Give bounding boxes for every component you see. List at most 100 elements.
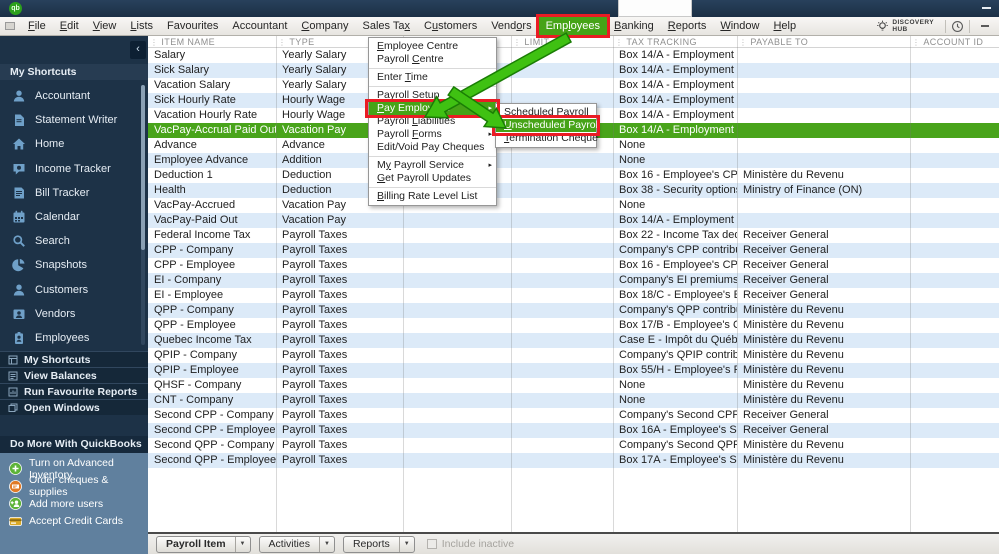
sidebar-nav-run-favourite-reports[interactable]: Run Favourite Reports (0, 383, 148, 399)
menubar-item-favourites[interactable]: Favourites (160, 17, 225, 36)
sidebar-item-income-tracker[interactable]: Income Tracker (0, 157, 148, 181)
cell-limit (511, 48, 613, 63)
menu-item-payroll-centre[interactable]: Payroll Centre (369, 53, 496, 66)
table-row-ei-company[interactable]: EI - CompanyPayroll TaxesCompany's EI pr… (148, 273, 999, 288)
table-row-second-cpp-company[interactable]: Second CPP - CompanyPayroll TaxesCompany… (148, 408, 999, 423)
scrollbar-thumb[interactable] (141, 85, 145, 250)
table-row-ei-employee[interactable]: EI - EmployeePayroll TaxesBox 18/C - Emp… (148, 288, 999, 303)
sidebar-nav-view-balances[interactable]: View Balances (0, 367, 148, 383)
sidebar-item-snapshots[interactable]: Snapshots (0, 253, 148, 277)
menu-item-pay-employees[interactable]: Pay Employees▸ (369, 102, 496, 115)
do-more-item-order-cheques-supplies[interactable]: Order cheques & supplies (0, 478, 148, 496)
cell-amount (403, 318, 511, 333)
submenu-item-termination-cheque[interactable]: Termination Cheque (496, 132, 596, 145)
sidebar-item-search[interactable]: Search (0, 229, 148, 253)
table-row-qhsf-company[interactable]: QHSF - CompanyPayroll TaxesNoneMinistère… (148, 378, 999, 393)
cell-limit (511, 198, 613, 213)
discovery-hub-button[interactable]: DISCOVERYHUB (870, 19, 940, 33)
submenu-item-scheduled-payroll[interactable]: Scheduled Payroll (496, 106, 596, 119)
menubar-item-accountant[interactable]: Accountant (225, 17, 294, 36)
table-row-salary[interactable]: SalaryYearly SalaryBox 14/A - Employment… (148, 48, 999, 63)
menubar-item-customers[interactable]: Customers (417, 17, 484, 36)
cell-limit (511, 363, 613, 378)
sidebar-item-bill-tracker[interactable]: Bill Tracker (0, 181, 148, 205)
activities-menu-button[interactable]: Activities▼ (259, 536, 335, 553)
menubar-item-view[interactable]: View (86, 17, 124, 36)
table-row-qpip-company[interactable]: QPIP - CompanyPayroll TaxesCompany's QPI… (148, 348, 999, 363)
menubar-item-help[interactable]: Help (766, 17, 803, 36)
table-row-vacpay-accrued[interactable]: VacPay-AccruedVacation PayNone (148, 198, 999, 213)
table-row-federal-income-tax[interactable]: Federal Income TaxPayroll TaxesBox 22 - … (148, 228, 999, 243)
cell-account (910, 198, 999, 213)
table-row-cpp-company[interactable]: CPP - CompanyPayroll TaxesCompany's CPP … (148, 243, 999, 258)
menubar-item-edit[interactable]: Edit (53, 17, 86, 36)
sidebar-scrollbar[interactable] (141, 85, 145, 345)
sidebar-item-vendors[interactable]: Vendors (0, 302, 148, 326)
collapse-sidebar-button[interactable]: ‹ (130, 41, 146, 59)
menu-item-my-payroll-service[interactable]: My Payroll Service▸ (369, 159, 496, 172)
menubar-item-banking[interactable]: Banking (607, 17, 661, 36)
menubar-item-vendors[interactable]: Vendors (484, 17, 538, 36)
menubar-item-file[interactable]: File (21, 17, 53, 36)
table-row-second-qpp-company[interactable]: Second QPP - CompanyPayroll TaxesCompany… (148, 438, 999, 453)
submenu-item-unscheduled-payroll[interactable]: Unscheduled Payroll (496, 119, 596, 132)
table-row-qpp-company[interactable]: QPP - CompanyPayroll TaxesCompany's QPP … (148, 303, 999, 318)
table-row-qpp-employee[interactable]: QPP - EmployeePayroll TaxesBox 17/B - Em… (148, 318, 999, 333)
table-row-deduction-1[interactable]: Deduction 1DeductionBox 16 - Employee's … (148, 168, 999, 183)
table-row-qpip-employee[interactable]: QPIP - EmployeePayroll TaxesBox 55/H - E… (148, 363, 999, 378)
table-row-vacation-salary[interactable]: Vacation SalaryYearly SalaryBox 14/A - E… (148, 78, 999, 93)
table-row-cpp-employee[interactable]: CPP - EmployeePayroll TaxesBox 16 - Empl… (148, 258, 999, 273)
cell-type: Payroll Taxes (276, 393, 403, 408)
sidebar-item-statement-writer[interactable]: Statement Writer (0, 108, 148, 132)
minimize-icon[interactable] (982, 7, 991, 9)
balances-icon (8, 371, 18, 381)
cell-payable: Ministère du Revenu (737, 318, 910, 333)
menu-item-get-payroll-updates[interactable]: Get Payroll Updates (369, 172, 496, 185)
cell-amount (403, 303, 511, 318)
menu-item-employee-centre[interactable]: Employee Centre (369, 40, 496, 53)
plus-circle-icon (9, 462, 22, 475)
table-row-quebec-income-tax[interactable]: Quebec Income TaxPayroll TaxesCase E - I… (148, 333, 999, 348)
menu-item-payroll-setup[interactable]: Payroll Setup (369, 89, 496, 102)
table-row-vacpay-paid-out[interactable]: VacPay-Paid OutVacation PayBox 14/A - Em… (148, 213, 999, 228)
menubar-item-employees[interactable]: Employees (539, 17, 607, 36)
cell-tax: None (613, 198, 737, 213)
sidebar-item-employees[interactable]: Employees (0, 326, 148, 350)
table-row-sick-salary[interactable]: Sick SalaryYearly SalaryBox 14/A - Emplo… (148, 63, 999, 78)
window-system-icon[interactable] (5, 22, 15, 30)
cell-payable: Ministère du Revenu (737, 393, 910, 408)
sidebar-item-accountant[interactable]: Accountant (0, 84, 148, 108)
menu-item-billing-rate-level-list[interactable]: Billing Rate Level List (369, 190, 496, 203)
sidebar-item-customers[interactable]: Customers (0, 278, 148, 302)
menu-item-enter-time[interactable]: Enter Time▸ (369, 71, 496, 84)
cell-type: Payroll Taxes (276, 273, 403, 288)
payroll-item-menu-button[interactable]: Payroll Item▼ (156, 536, 251, 553)
include-inactive-checkbox[interactable] (427, 539, 437, 549)
table-row-employee-advance[interactable]: Employee AdvanceAdditionNone (148, 153, 999, 168)
menubar-item-window[interactable]: Window (713, 17, 766, 36)
sidebar-nav-label: My Shortcuts (24, 354, 91, 366)
menubar-item-reports[interactable]: Reports (661, 17, 714, 36)
sidebar-nav-my-shortcuts[interactable]: My Shortcuts (0, 351, 148, 367)
cell-limit (511, 303, 613, 318)
menubar-item-sales-tax[interactable]: Sales Tax (356, 17, 418, 36)
child-minimize-icon[interactable] (981, 25, 989, 27)
reports-menu-button[interactable]: Reports▼ (343, 536, 415, 553)
menu-item-payroll-forms[interactable]: Payroll Forms▸ (369, 128, 496, 141)
menu-item-payroll-liabilities[interactable]: Payroll Liabilities (369, 115, 496, 128)
sidebar-item-calendar[interactable]: Calendar (0, 205, 148, 229)
sidebar-nav-open-windows[interactable]: Open Windows (0, 399, 148, 415)
menubar-item-lists[interactable]: Lists (123, 17, 160, 36)
menubar-item-company[interactable]: Company (294, 17, 355, 36)
table-row-second-qpp-employee[interactable]: Second QPP - EmployeePayroll TaxesBox 17… (148, 453, 999, 468)
menu-item-edit-void-pay-cheques[interactable]: Edit/Void Pay Cheques (369, 141, 496, 154)
cell-amount (403, 378, 511, 393)
search-icon (12, 234, 26, 248)
reminders-clock-icon[interactable] (951, 20, 964, 33)
table-row-health[interactable]: HealthDeductionBox 38 - Security options… (148, 183, 999, 198)
sidebar-item-home[interactable]: Home (0, 132, 148, 156)
table-row-second-cpp-employee[interactable]: Second CPP - EmployeePayroll TaxesBox 16… (148, 423, 999, 438)
do-more-item-accept-credit-cards[interactable]: Accept Credit Cards (0, 513, 148, 531)
report-icon (8, 387, 18, 397)
table-row-cnt-company[interactable]: CNT - CompanyPayroll TaxesNoneMinistère … (148, 393, 999, 408)
